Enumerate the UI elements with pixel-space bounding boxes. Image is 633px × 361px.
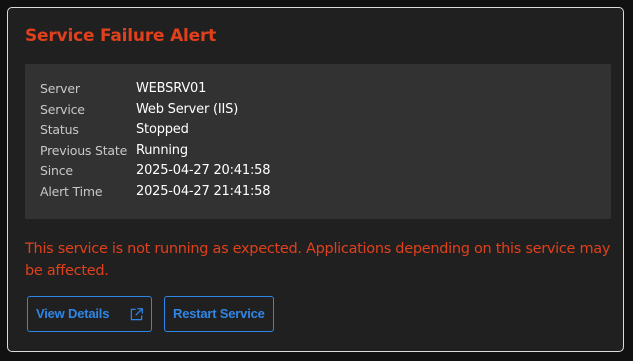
detail-label: Alert Time <box>40 184 103 199</box>
service-details-panel: Server WEBSRV01 Service Web Server (IIS)… <box>25 64 611 219</box>
detail-label: Status <box>40 122 79 137</box>
restart-service-button[interactable]: Restart Service <box>164 296 274 332</box>
view-details-label: View Details <box>36 306 110 321</box>
external-link-icon <box>130 308 143 321</box>
detail-value: Web Server (IIS) <box>136 102 239 117</box>
detail-value: WEBSRV01 <box>136 81 207 96</box>
alert-title: Service Failure Alert <box>25 26 217 46</box>
detail-value: Stopped <box>136 122 189 137</box>
detail-value: 2025-04-27 21:41:58 <box>136 184 271 199</box>
detail-value: Running <box>136 143 188 158</box>
detail-value: 2025-04-27 20:41:58 <box>136 163 271 178</box>
restart-service-label: Restart Service <box>173 306 265 321</box>
detail-label: Previous State <box>40 143 128 158</box>
alert-card: Service Failure Alert Server WEBSRV01 Se… <box>7 7 624 352</box>
alert-message: This service is not running as expected.… <box>25 241 611 279</box>
view-details-button[interactable]: View Details <box>27 296 152 332</box>
detail-label: Server <box>40 81 80 96</box>
detail-label: Since <box>40 163 73 178</box>
detail-label: Service <box>40 102 85 117</box>
